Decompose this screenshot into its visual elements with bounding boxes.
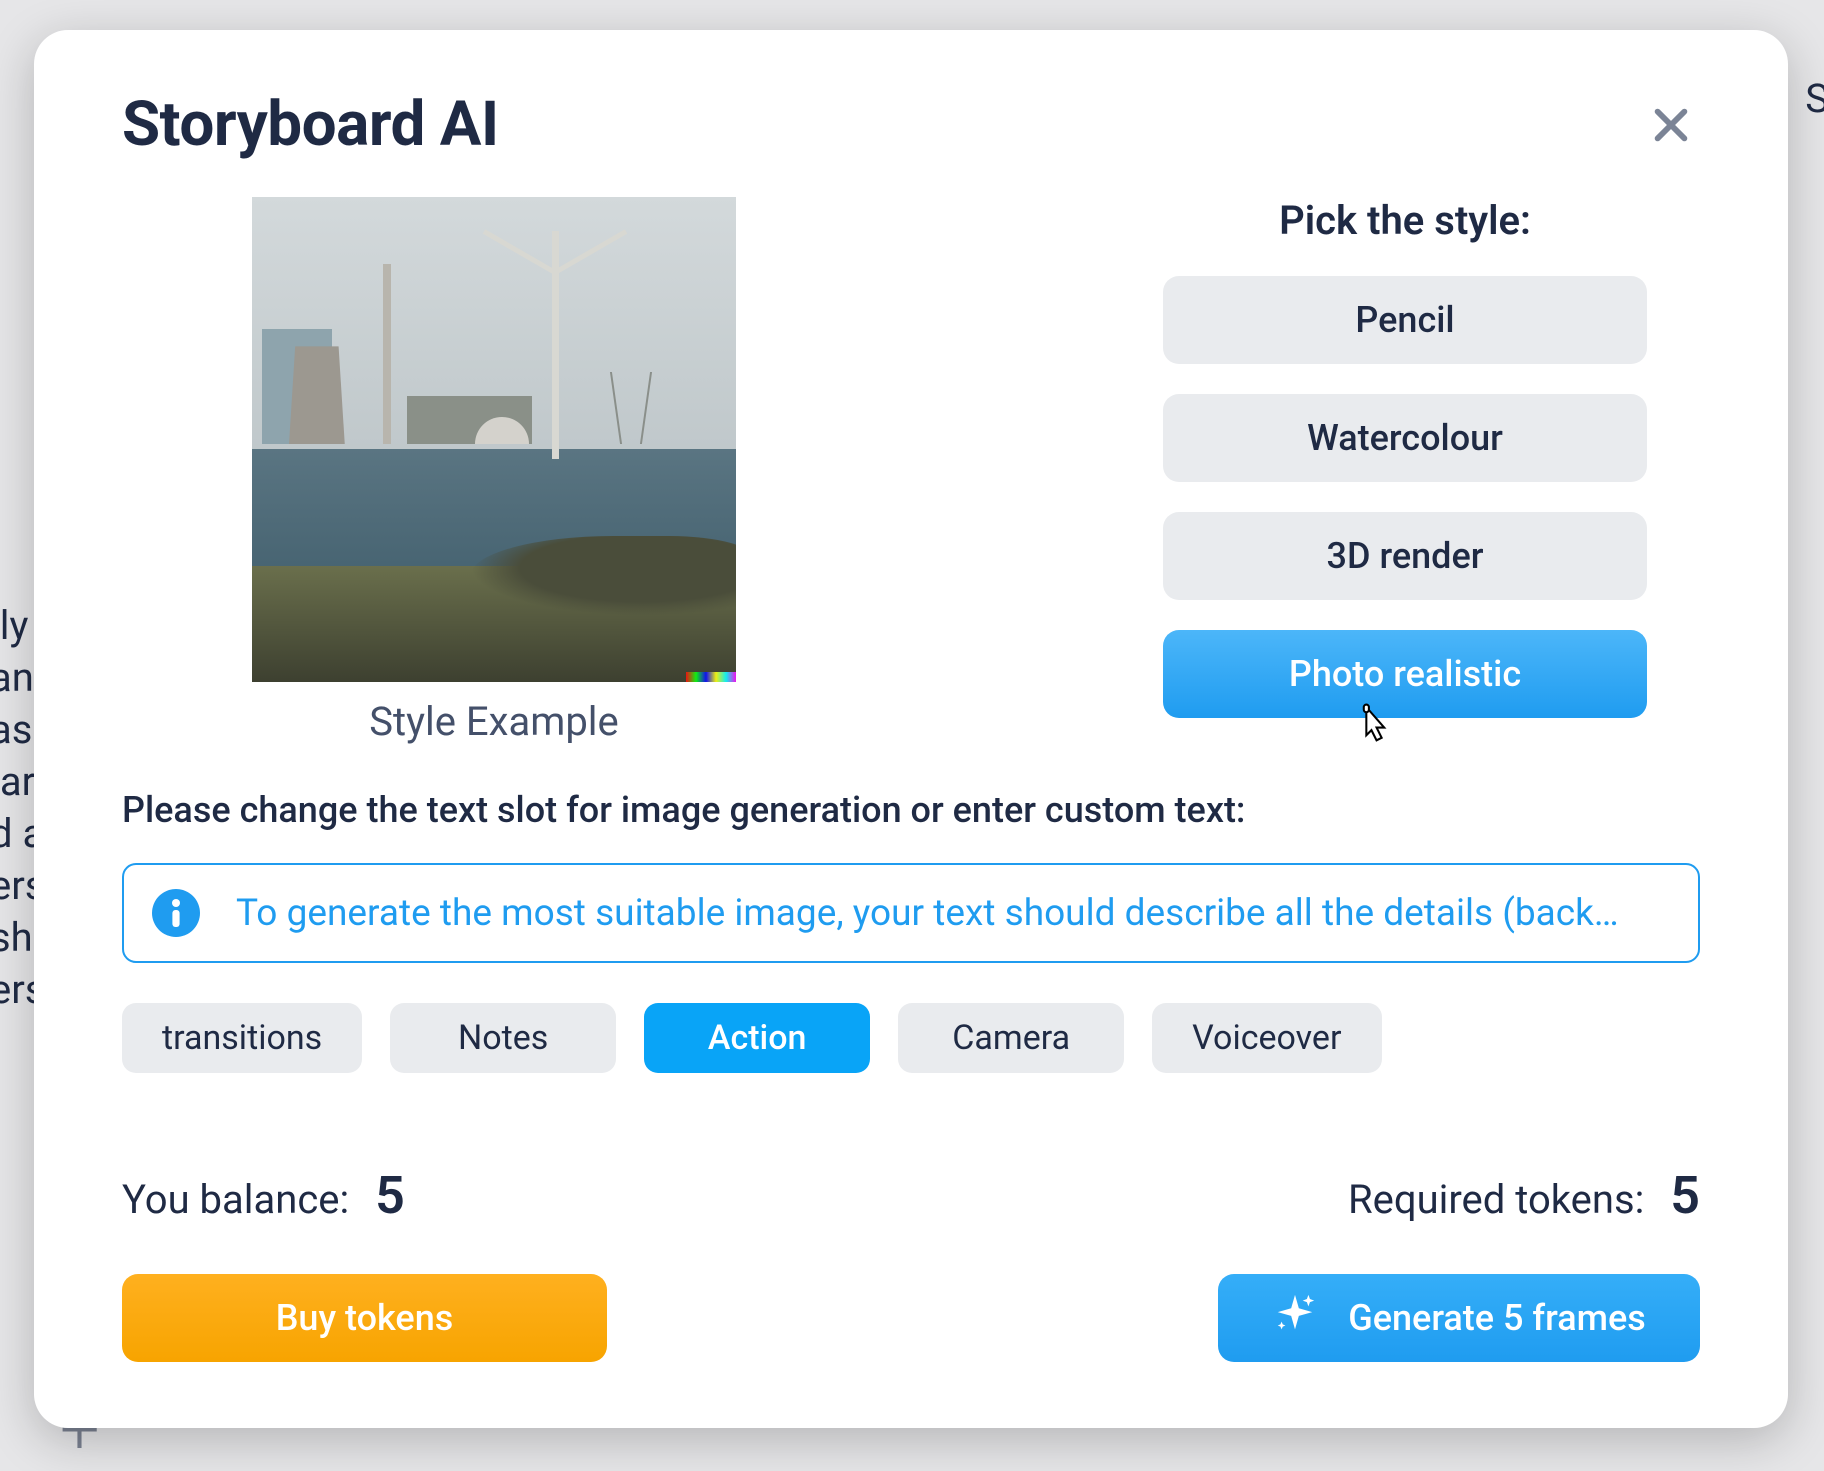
close-icon [1648,102,1694,148]
token-balance-row: You balance: 5 Required tokens: 5 [122,1165,1700,1226]
modal-action-row: Buy tokens Generate 5 frames [122,1274,1700,1362]
style-picker: Pick the style: Pencil Watercolour 3D re… [1150,197,1660,745]
required-tokens: Required tokens: 5 [1348,1165,1700,1226]
your-balance-value: 5 [375,1165,405,1226]
slot-tab-action[interactable]: Action [644,1003,870,1073]
text-slot-tabs: transitions Notes Action Camera Voiceove… [122,1003,1700,1073]
slot-tab-notes[interactable]: Notes [390,1003,616,1073]
style-option-pencil[interactable]: Pencil [1163,276,1647,364]
background-right-partial-text: S [1805,75,1824,122]
modal-header: Storyboard AI [122,88,1700,161]
storyboard-ai-modal: Storyboard AI [34,30,1788,1428]
style-example-image [252,197,736,682]
info-text: To generate the most suitable image, you… [236,892,1670,935]
style-options-list: Pencil Watercolour 3D render Photo reali… [1163,276,1647,718]
required-tokens-value: 5 [1670,1165,1700,1226]
buy-tokens-button[interactable]: Buy tokens [122,1274,607,1362]
slot-tab-voiceover[interactable]: Voiceover [1152,1003,1381,1073]
instruction-label: Please change the text slot for image ge… [122,789,1700,831]
info-box[interactable]: To generate the most suitable image, you… [122,863,1700,963]
pick-style-label: Pick the style: [1279,197,1531,244]
required-tokens-label: Required tokens: [1348,1176,1644,1223]
style-example-block: Style Example [252,197,736,745]
your-balance-label: You balance: [122,1176,349,1223]
generate-frames-button[interactable]: Generate 5 frames [1218,1274,1700,1362]
close-button[interactable] [1642,96,1700,154]
style-option-watercolour[interactable]: Watercolour [1163,394,1647,482]
style-example-caption: Style Example [369,698,618,745]
slot-tab-transitions[interactable]: transitions [122,1003,362,1073]
generate-frames-label: Generate 5 frames [1348,1297,1646,1339]
slot-tab-camera[interactable]: Camera [898,1003,1124,1073]
sparkle-icon [1272,1291,1318,1346]
style-option-3d-render[interactable]: 3D render [1163,512,1647,600]
your-balance: You balance: 5 [122,1165,405,1226]
style-option-photo-realistic[interactable]: Photo realistic [1163,630,1647,718]
info-icon [152,889,200,937]
modal-title: Storyboard AI [122,88,499,161]
